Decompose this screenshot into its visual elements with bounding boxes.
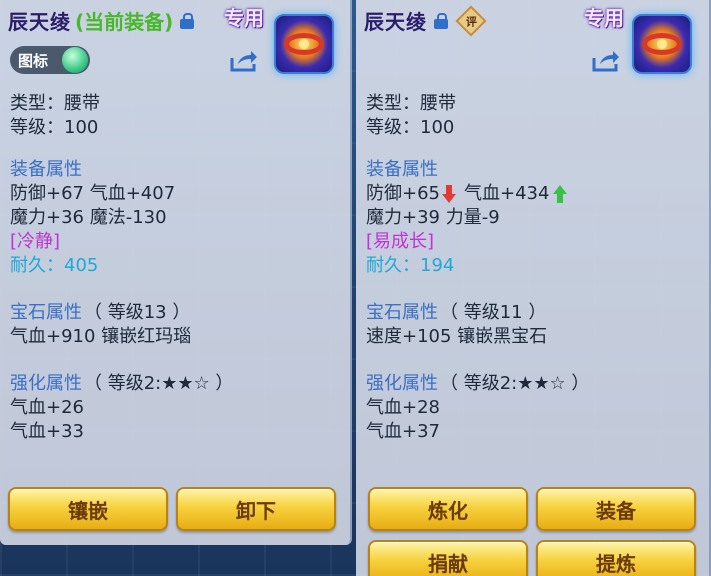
icon-toggle-label: 图标 [18,51,49,70]
exclusive-label: 专用 [584,6,624,30]
type-line: 类型：腰带 [10,93,100,114]
gem-title-row: 宝石属性 （ 等级13 ） [10,301,233,325]
share-icon[interactable] [230,50,258,72]
stat-down-arrow-icon [442,185,456,203]
enhance-title-row: 强化属性 （ 等级2:★★☆ ） [10,372,233,396]
rate-icon-label: 评 [465,14,477,28]
gem-title-row: 宝石属性 （ 等级11 ） [366,301,589,325]
gem-level: （ 等级13 ） [84,302,191,323]
lock-icon[interactable] [180,12,195,29]
durability-line: 耐久：194 [366,255,455,276]
gem-line: 气血+910 镶嵌红玛瑙 [10,326,192,347]
gem-level: （ 等级11 ） [440,302,547,323]
donate-button[interactable]: 捐献 [368,540,528,576]
gem-attr-title: 宝石属性 [366,302,438,323]
enhance-attr-title: 强化属性 [10,373,82,394]
extract-button[interactable]: 提炼 [536,540,696,576]
equipped-tag: (当前装备) [75,10,174,34]
exclusive-label: 专用 [224,6,264,30]
enhance-line-1: 气血+26 [10,397,84,418]
equip-attr-title: 装备属性 [366,159,438,180]
item-title-row: 辰天绫 评 [364,4,487,37]
icon-toggle[interactable]: 图标 [10,46,90,74]
enhance-level: （ 等级2:★★☆ ） [84,373,234,394]
attr-line-1: 防御+65 气血+434 [366,182,589,206]
gem-line: 速度+105 镶嵌黑宝石 [366,326,548,347]
special-tag: [冷静] [10,231,61,252]
stat-up-arrow-icon [553,185,568,203]
item-title-row: 辰天绫 (当前装备) [8,6,195,35]
enhance-title-row: 强化属性 （ 等级2:★★☆ ） [366,372,589,396]
enhance-line-2: 气血+33 [10,421,84,442]
enhance-line-1: 气血+28 [366,397,440,418]
refine-button[interactable]: 炼化 [368,487,528,531]
attr-line-1: 防御+67 气血+407 [10,183,176,204]
enhance-line-2: 气血+37 [366,421,440,442]
item-name: 辰天绫 [8,10,71,34]
defense-value: 防御+65 [366,183,440,204]
level-line: 等级：100 [366,117,455,138]
gem-attr-title: 宝石属性 [10,302,82,323]
unequip-button[interactable]: 卸下 [176,487,336,531]
lock-icon[interactable] [434,12,448,29]
special-tag: [易成长] [366,231,435,252]
durability-line: 耐久：405 [10,255,99,276]
attr-line-2: 魔力+36 魔法-130 [10,207,167,228]
item-info: 类型：腰带 等级：100 装备属性 防御+65 气血+434 魔力+39 力量-… [366,92,589,444]
rate-icon[interactable]: 评 [455,4,487,37]
equipped-item-tooltip: 辰天绫 (当前装备) 专用 图标 类型：腰带 等级：100 装备属性 防御+67… [0,0,352,545]
hp-value: 气血+434 [464,183,550,204]
type-line: 类型：腰带 [366,93,456,114]
compare-item-tooltip: 辰天绫 评 专用 类型：腰带 等级：100 装备属性 防御+65 气血+434 … [356,0,711,576]
level-line: 等级：100 [10,117,99,138]
belt-item-icon [632,14,692,74]
equip-button[interactable]: 装备 [536,487,696,531]
share-icon[interactable] [592,50,620,72]
belt-item-icon [274,14,334,74]
equip-attr-title: 装备属性 [10,159,82,180]
attr-line-2: 魔力+39 力量-9 [366,207,500,228]
item-info: 类型：腰带 等级：100 装备属性 防御+67 气血+407 魔力+36 魔法-… [10,92,233,444]
toggle-knob[interactable] [62,47,88,73]
inlay-button[interactable]: 镶嵌 [8,487,168,531]
enhance-level: （ 等级2:★★☆ ） [440,373,590,394]
enhance-attr-title: 强化属性 [366,373,438,394]
item-name: 辰天绫 [364,10,427,34]
